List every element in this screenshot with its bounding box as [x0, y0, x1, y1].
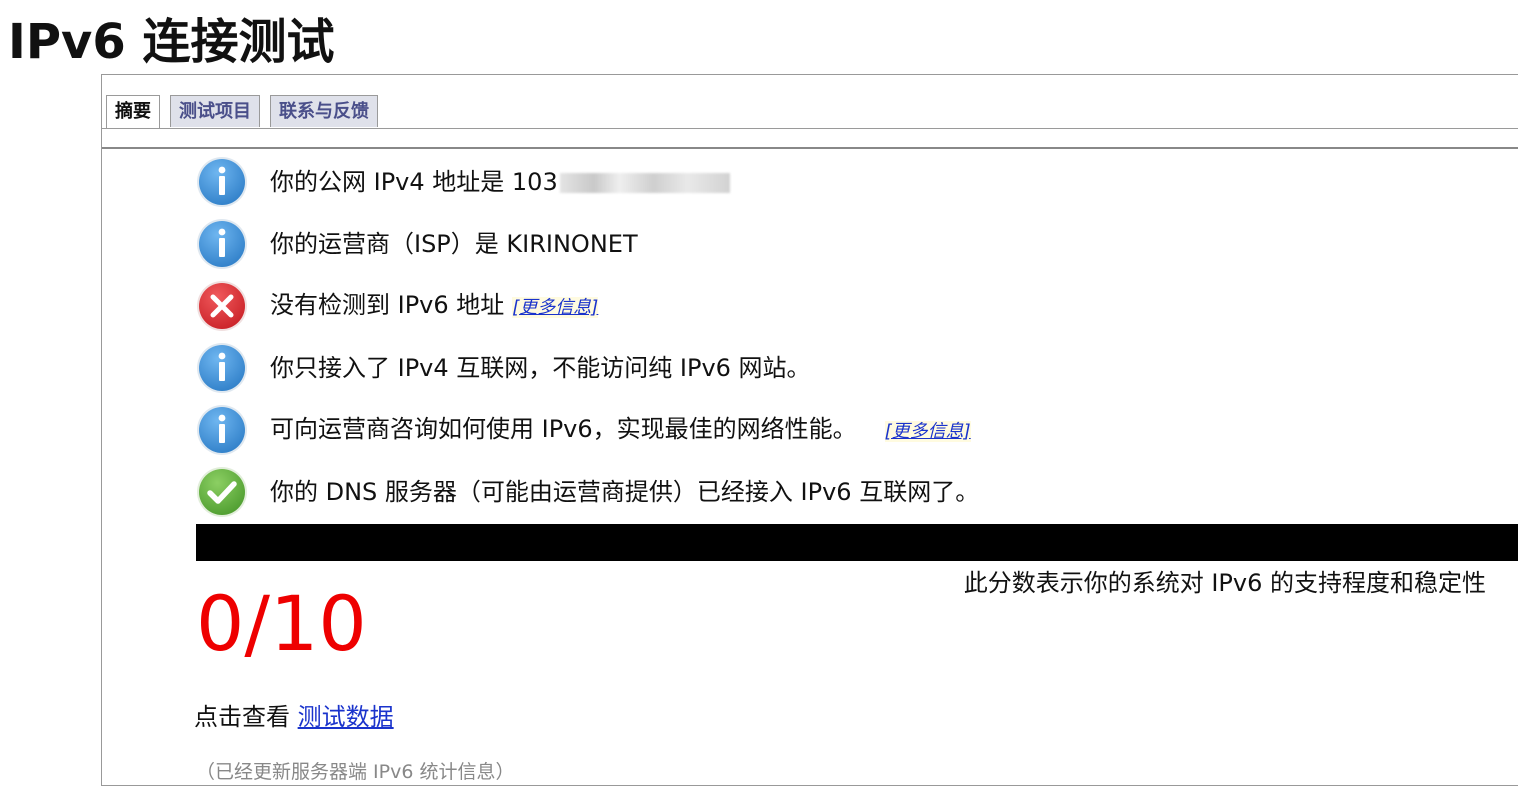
info-icon	[197, 405, 247, 455]
result-text: 你只接入了 IPv4 互联网，不能访问纯 IPv6 网站。	[270, 354, 811, 382]
tab-bar: 摘要 测试项目 联系与反馈	[106, 95, 378, 129]
info-icon	[197, 157, 247, 207]
test-data-link[interactable]: 测试数据	[298, 703, 394, 731]
result-ipv4-address: 你的公网 IPv4 地址是 103	[196, 151, 1496, 213]
results-list: 你的公网 IPv4 地址是 103 你的运营商（ISP）是 KIRINONET	[196, 151, 1496, 523]
view-test-data: 点击查看 测试数据	[194, 701, 394, 733]
result-text: 没有检测到 IPv6 地址	[270, 290, 505, 319]
result-text: 你的运营商（ISP）是 KIRINONET	[270, 230, 638, 258]
content-divider	[102, 147, 1518, 149]
result-text: 可向运营商咨询如何使用 IPv6，实现最佳的网络性能。	[270, 414, 857, 443]
info-icon	[197, 343, 247, 393]
error-icon	[197, 281, 247, 331]
result-ipv4-only: 你只接入了 IPv4 互联网，不能访问纯 IPv6 网站。	[196, 337, 1496, 399]
tab-contact-feedback[interactable]: 联系与反馈	[270, 95, 378, 127]
tab-summary[interactable]: 摘要	[106, 95, 160, 129]
more-info-link[interactable]: [更多信息]	[512, 296, 599, 318]
content-frame: 摘要 测试项目 联系与反馈 你的公网 IPv4 地址是 103 你的运营商（IS…	[101, 74, 1518, 786]
result-isp: 你的运营商（ISP）是 KIRINONET	[196, 213, 1496, 275]
redacted-ip	[559, 173, 730, 193]
more-info-link[interactable]: [更多信息]	[884, 420, 971, 442]
result-ask-isp: 可向运营商咨询如何使用 IPv6，实现最佳的网络性能。 [更多信息]	[196, 399, 1496, 461]
result-no-ipv6: 没有检测到 IPv6 地址 [更多信息]	[196, 275, 1496, 337]
result-text: 你的 DNS 服务器（可能由运营商提供）已经接入 IPv6 互联网了。	[270, 478, 980, 506]
page-title: IPv6 连接测试	[8, 14, 335, 70]
result-text: 你的公网 IPv4 地址是 103	[270, 168, 558, 196]
tab-test-items[interactable]: 测试项目	[170, 95, 260, 127]
footnote: （已经更新服务器端 IPv6 统计信息）	[196, 761, 515, 783]
score-value: 0/10	[196, 579, 367, 668]
view-data-prefix: 点击查看	[194, 703, 290, 731]
info-icon	[197, 219, 247, 269]
tab-divider	[102, 128, 1518, 129]
check-icon	[197, 467, 247, 517]
score-description: 此分数表示你的系统对 IPv6 的支持程度和稳定性	[963, 569, 1486, 597]
result-dns-ipv6: 你的 DNS 服务器（可能由运营商提供）已经接入 IPv6 互联网了。	[196, 461, 1496, 523]
score-bar	[196, 524, 1518, 561]
